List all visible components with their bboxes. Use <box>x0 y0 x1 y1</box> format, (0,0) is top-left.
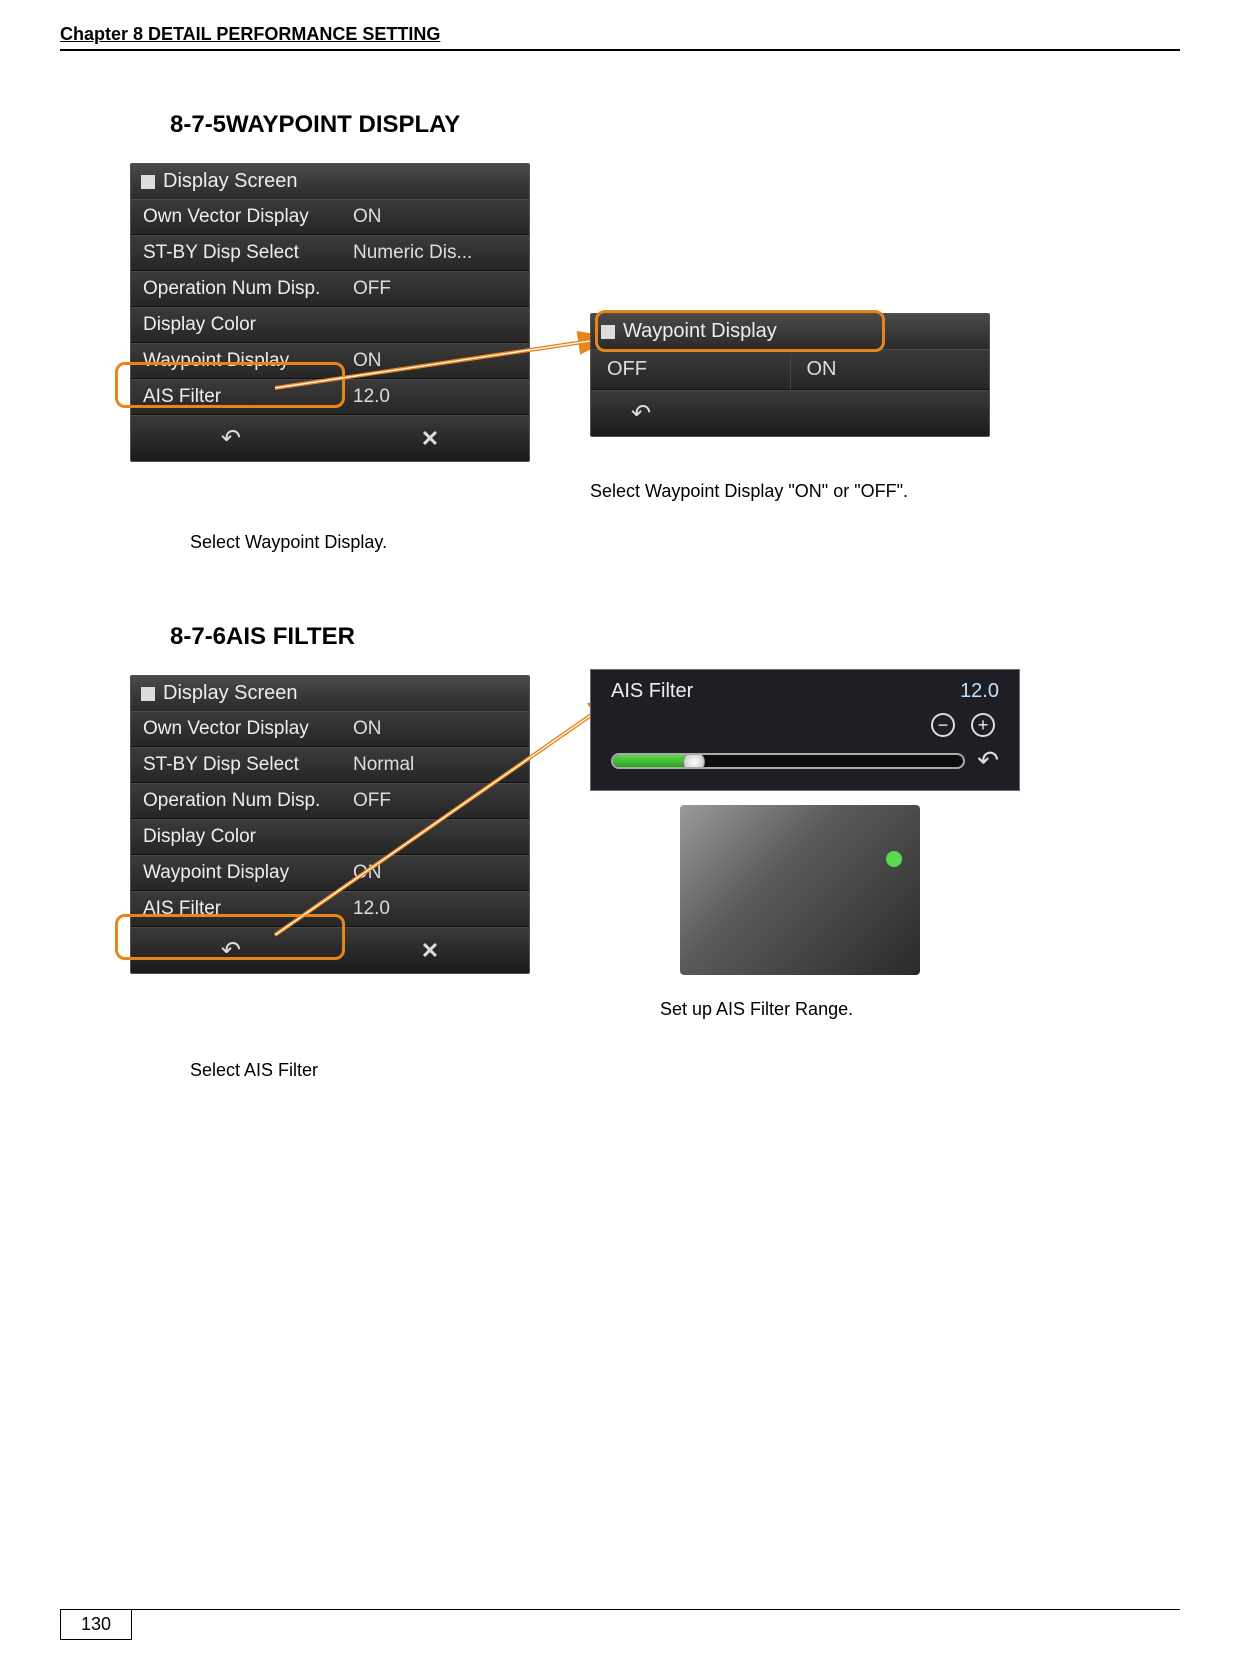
row-display-color[interactable]: Display Color <box>131 819 529 855</box>
device-photo <box>680 805 920 975</box>
toggle-off[interactable]: OFF <box>591 350 791 389</box>
menu-icon <box>601 325 615 339</box>
row-stby-disp-select[interactable]: ST-BY Disp Select Numeric Dis... <box>131 235 529 271</box>
row-waypoint-display[interactable]: Waypoint Display ON <box>131 855 529 891</box>
screen-footer <box>131 415 529 461</box>
section-waypoint-display: 8-7-5WAYPOINT DISPLAY Display Screen Own… <box>60 111 1180 553</box>
row-display-color[interactable]: Display Color <box>131 307 529 343</box>
row-own-vector-display[interactable]: Own Vector Display ON <box>131 199 529 235</box>
minus-icon[interactable]: − <box>931 713 955 737</box>
row-operation-num-disp[interactable]: Operation Num Disp. OFF <box>131 271 529 307</box>
section-title: 8-7-5WAYPOINT DISPLAY <box>170 111 1180 139</box>
slider-header: AIS Filter 12.0 <box>605 680 1005 709</box>
screen-footer <box>591 390 989 436</box>
row-value: 12.0 <box>353 386 517 408</box>
row-ais-filter[interactable]: AIS Filter 12.0 <box>131 379 529 415</box>
row-label: Operation Num Disp. <box>143 278 353 300</box>
screen-title-text: Display Screen <box>163 170 298 193</box>
row-value: OFF <box>353 790 517 812</box>
toggle-on[interactable]: ON <box>791 350 990 389</box>
row-label: Display Color <box>143 826 353 848</box>
row-label: Operation Num Disp. <box>143 790 353 812</box>
screen-footer <box>131 927 529 973</box>
screen-title-row: Waypoint Display <box>591 314 989 349</box>
waypoint-display-toggle-screen: Waypoint Display OFF ON <box>590 313 990 437</box>
row-ais-filter[interactable]: AIS Filter 12.0 <box>131 891 529 927</box>
row-label: Waypoint Display <box>143 862 353 884</box>
row-value: ON <box>353 862 517 884</box>
close-icon[interactable] <box>421 938 439 964</box>
row-value: Numeric Dis... <box>353 242 517 264</box>
row-label: Own Vector Display <box>143 206 353 228</box>
row-value: OFF <box>353 278 517 300</box>
menu-icon <box>141 175 155 189</box>
screen-title-row: Display Screen <box>131 164 529 199</box>
slider-value: 12.0 <box>960 680 999 703</box>
row-stby-disp-select[interactable]: ST-BY Disp Select Normal <box>131 747 529 783</box>
row-label: Waypoint Display <box>143 350 353 372</box>
slider-controls: − + <box>605 709 1005 745</box>
row-label: AIS Filter <box>143 386 353 408</box>
toggle-row: OFF ON <box>591 349 989 390</box>
screen-title-text: Display Screen <box>163 682 298 705</box>
row-own-vector-display[interactable]: Own Vector Display ON <box>131 711 529 747</box>
screen-title-row: Display Screen <box>131 676 529 711</box>
caption-select-waypoint: Select Waypoint Display. <box>190 532 1180 553</box>
caption-setup-range: Set up AIS Filter Range. <box>660 999 1020 1020</box>
back-icon[interactable] <box>221 936 241 965</box>
slider-bar-row <box>605 745 1005 776</box>
row-value: 12.0 <box>353 898 517 920</box>
back-icon[interactable] <box>977 745 999 776</box>
section-title: 8-7-6AIS FILTER <box>170 623 1180 651</box>
row-label: Display Color <box>143 314 353 336</box>
row-value: ON <box>353 206 517 228</box>
row-value: ON <box>353 718 517 740</box>
menu-icon <box>141 687 155 701</box>
slider-fill <box>613 755 690 767</box>
row-label: AIS Filter <box>143 898 353 920</box>
display-screen-menu-2: Display Screen Own Vector Display ON ST-… <box>130 675 530 974</box>
slider-track[interactable] <box>611 753 965 769</box>
row-value: ON <box>353 350 517 372</box>
display-screen-menu: Display Screen Own Vector Display ON ST-… <box>130 163 530 462</box>
row-value: Normal <box>353 754 517 776</box>
screen-title-text: Waypoint Display <box>623 320 777 343</box>
section-ais-filter: 8-7-6AIS FILTER Display Screen Own Vecto… <box>60 623 1180 1081</box>
row-operation-num-disp[interactable]: Operation Num Disp. OFF <box>131 783 529 819</box>
row-label: ST-BY Disp Select <box>143 242 353 264</box>
close-icon[interactable] <box>421 426 439 452</box>
footer-line <box>60 1609 1180 1610</box>
caption-select-ais-filter: Select AIS Filter <box>190 1060 1180 1081</box>
row-waypoint-display[interactable]: Waypoint Display ON <box>131 343 529 379</box>
slider-thumb[interactable] <box>683 753 705 769</box>
back-icon[interactable] <box>221 424 241 453</box>
back-icon[interactable] <box>631 399 651 428</box>
plus-icon[interactable]: + <box>971 713 995 737</box>
slider-title: AIS Filter <box>611 680 693 703</box>
row-label: ST-BY Disp Select <box>143 754 353 776</box>
page-number: 130 <box>60 1609 132 1640</box>
ais-filter-slider-screen: AIS Filter 12.0 − + <box>590 669 1020 791</box>
caption-select-on-off: Select Waypoint Display "ON" or "OFF". <box>590 481 990 502</box>
page-header: Chapter 8 DETAIL PERFORMANCE SETTING <box>60 24 1180 51</box>
row-label: Own Vector Display <box>143 718 353 740</box>
